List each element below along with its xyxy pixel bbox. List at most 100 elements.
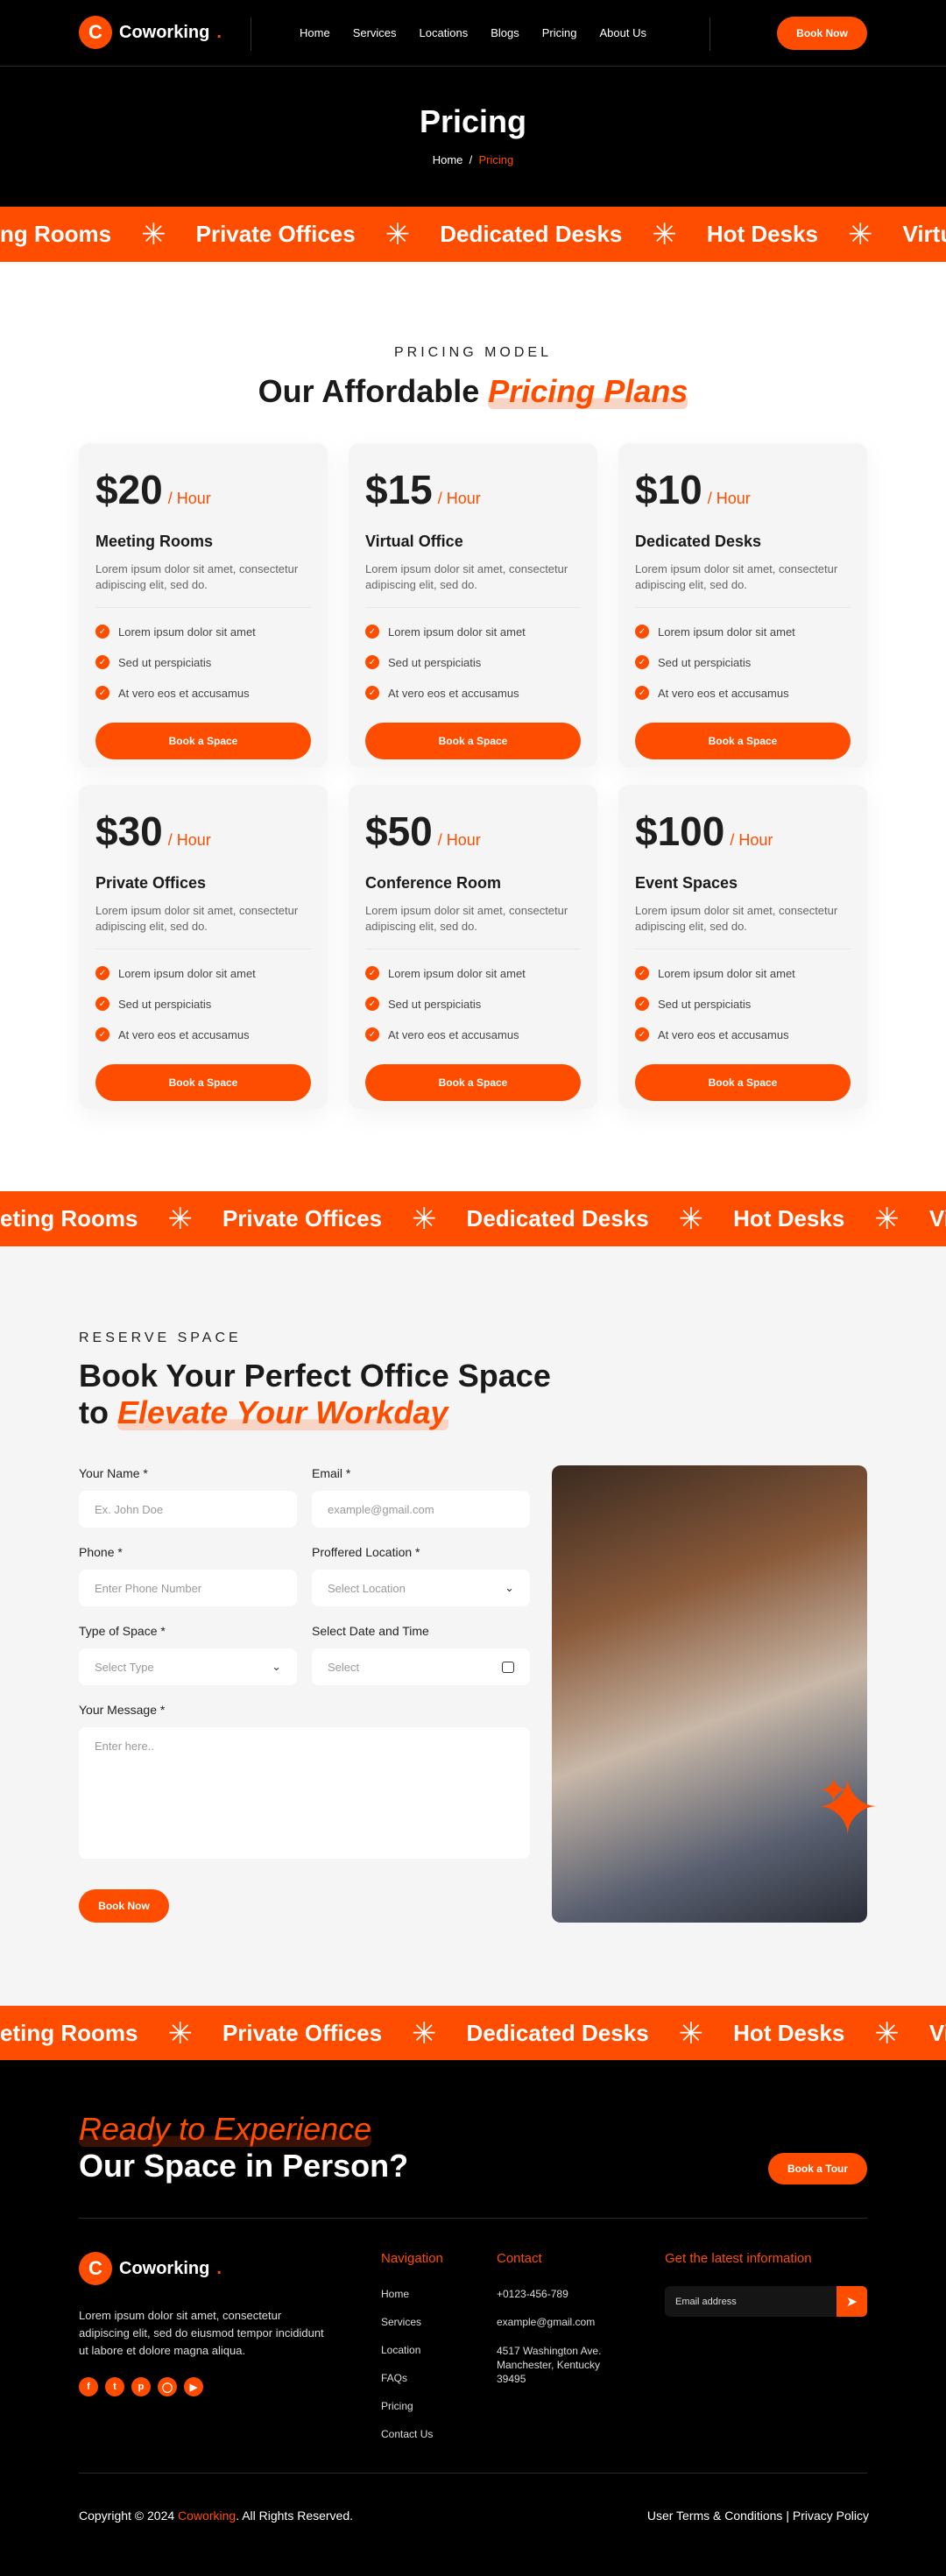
book-now-button[interactable]: Book Now xyxy=(777,17,867,50)
footer-nav-link[interactable]: Home xyxy=(381,2288,433,2300)
footer-nav-link[interactable]: Contact Us xyxy=(381,2428,433,2440)
footer-phone[interactable]: +0123-456-789 xyxy=(497,2288,568,2300)
social-links: f t p ◯ ▶ xyxy=(79,2377,203,2396)
footer-logo[interactable]: C Coworking. xyxy=(79,2252,222,2285)
plan-name: Event Spaces xyxy=(635,874,738,892)
plan-feature: ✓ Sed ut perspiciatis xyxy=(365,997,581,1011)
divider xyxy=(0,66,946,67)
instagram-icon[interactable]: ◯ xyxy=(158,2377,177,2396)
facebook-icon[interactable]: f xyxy=(79,2377,98,2396)
asterisk-icon: ✳ xyxy=(847,217,873,251)
nav-link[interactable]: Services xyxy=(353,26,397,39)
asterisk-icon: ✳ xyxy=(678,1202,704,1236)
phone-input[interactable]: Enter Phone Number xyxy=(79,1570,297,1606)
asterisk-icon: ✳ xyxy=(167,2016,193,2050)
services-marquee: eting Rooms ✳ Private Offices ✳ Dedicated De… xyxy=(0,1191,946,1246)
plan-feature: ✓ Lorem ipsum dolor sit amet xyxy=(95,625,311,639)
marquee-item: Virtua xyxy=(928,1205,946,1232)
newsletter-form: Email address ➤ xyxy=(665,2286,867,2317)
chevron-down-icon: ⌄ xyxy=(272,1660,281,1673)
marquee-item: eting Rooms xyxy=(0,1205,138,1232)
marquee-item: Private Offices xyxy=(222,2020,383,2046)
submit-button[interactable]: Book Now xyxy=(79,1889,169,1923)
services-marquee: ng Rooms ✳ Private Offices ✳ Dedicated Desks… xyxy=(0,207,946,262)
plan-feature: ✓ Sed ut perspiciatis xyxy=(635,997,851,1011)
footer-contact-title: Contact xyxy=(497,2251,542,2266)
asterisk-icon: ✳ xyxy=(141,217,166,251)
book-space-button[interactable]: Book a Space xyxy=(635,723,851,759)
footer-nav-link[interactable]: FAQs xyxy=(381,2372,433,2384)
privacy-link[interactable]: Privacy Policy xyxy=(793,2509,869,2523)
nav-link[interactable]: Home xyxy=(300,26,330,39)
logo[interactable]: C Coworking. xyxy=(79,16,222,49)
services-marquee: eting Rooms ✳ Private Offices ✳ Dedicated De… xyxy=(0,2006,946,2061)
book-space-button[interactable]: Book a Space xyxy=(95,723,311,759)
nav-link[interactable]: Blogs xyxy=(491,26,519,39)
plan-feature: ✓ Sed ut perspiciatis xyxy=(365,655,581,669)
check-icon: ✓ xyxy=(95,997,109,1011)
book-space-button[interactable]: Book a Space xyxy=(365,723,581,759)
book-space-button[interactable]: Book a Space xyxy=(365,1064,581,1101)
pricing-card: $50/ Hour Conference Room Lorem ipsum do… xyxy=(349,785,597,1109)
plan-price: $100/ Hour xyxy=(635,808,773,854)
plan-feature: ✓ Lorem ipsum dolor sit amet xyxy=(95,966,311,980)
plan-description: Lorem ipsum dolor sit amet, consectetur … xyxy=(95,903,311,949)
terms-link[interactable]: User Terms & Conditions xyxy=(647,2509,783,2523)
plan-feature: ✓ Lorem ipsum dolor sit amet xyxy=(365,966,581,980)
footer-nav-link[interactable]: Location xyxy=(381,2344,433,2356)
copyright: Copyright © 2024 Coworking. All Rights R… xyxy=(79,2509,354,2523)
footer-nav-link[interactable]: Pricing xyxy=(381,2400,433,2412)
section-title: Book Your Perfect Office Space to Elevate… xyxy=(79,1358,551,1430)
plan-description: Lorem ipsum dolor sit amet, consectetur … xyxy=(635,903,851,949)
marquee-item: Hot Desks xyxy=(733,1205,845,1232)
phone-label: Phone * xyxy=(79,1545,123,1559)
twitter-icon[interactable]: t xyxy=(105,2377,124,2396)
plan-name: Conference Room xyxy=(365,874,502,892)
check-icon: ✓ xyxy=(365,997,379,1011)
breadcrumb: Home / Pricing xyxy=(432,153,514,166)
divider xyxy=(79,2218,867,2219)
asterisk-icon: ✳ xyxy=(874,2016,900,2050)
plan-feature: ✓ Sed ut perspiciatis xyxy=(95,997,311,1011)
section-eyebrow: PRICING MODEL xyxy=(393,345,552,360)
footer-nav: Home Services Location FAQs Pricing Contact U… xyxy=(381,2288,433,2456)
asterisk-icon: ✳ xyxy=(678,2016,704,2050)
plan-price: $20/ Hour xyxy=(95,467,211,512)
book-space-button[interactable]: Book a Space xyxy=(95,1064,311,1101)
plan-description: Lorem ipsum dolor sit amet, consectetur … xyxy=(365,903,581,949)
type-select[interactable]: Select Type ⌄ xyxy=(79,1648,297,1685)
marquee-item: Private Offices xyxy=(195,221,356,247)
youtube-icon[interactable]: ▶ xyxy=(184,2377,203,2396)
divider xyxy=(79,2473,867,2474)
check-icon: ✓ xyxy=(635,625,649,639)
pricing-card: $10/ Hour Dedicated Desks Lorem ipsum do… xyxy=(618,443,867,767)
nav-link[interactable]: About Us xyxy=(599,26,646,39)
footer-nav-link[interactable]: Services xyxy=(381,2316,433,2328)
send-icon[interactable]: ➤ xyxy=(837,2286,867,2317)
plan-name: Virtual Office xyxy=(365,533,463,550)
book-space-button[interactable]: Book a Space xyxy=(635,1064,851,1101)
marquee-item: ng Rooms xyxy=(0,221,112,247)
marquee-item: Private Offices xyxy=(222,1205,383,1232)
email-input[interactable]: example@gmail.com xyxy=(312,1491,530,1528)
nav-link[interactable]: Locations xyxy=(420,26,469,39)
location-select[interactable]: Select Location ⌄ xyxy=(312,1570,530,1606)
pinterest-icon[interactable]: p xyxy=(131,2377,151,2396)
marquee-item: Virtua xyxy=(928,2020,946,2046)
plan-price: $15/ Hour xyxy=(365,467,481,512)
office-photo xyxy=(552,1465,867,1923)
calendar-icon xyxy=(502,1661,514,1673)
breadcrumb-home[interactable]: Home xyxy=(433,153,463,166)
name-input[interactable]: Ex. John Doe xyxy=(79,1491,297,1528)
plan-price: $30/ Hour xyxy=(95,808,211,854)
newsletter-email-input[interactable]: Email address xyxy=(665,2297,737,2307)
check-icon: ✓ xyxy=(95,625,109,639)
book-tour-button[interactable]: Book a Tour xyxy=(768,2153,867,2184)
message-textarea[interactable]: Enter here.. xyxy=(79,1727,530,1859)
location-label: Proffered Location * xyxy=(312,1545,420,1559)
asterisk-icon: ✳ xyxy=(385,217,411,251)
footer-email[interactable]: example@gmail.com xyxy=(497,2316,595,2328)
date-picker[interactable]: Select xyxy=(312,1648,530,1685)
nav-link[interactable]: Pricing xyxy=(542,26,577,39)
cta-heading: Ready to Experience Our Space in Person? xyxy=(79,2111,409,2184)
